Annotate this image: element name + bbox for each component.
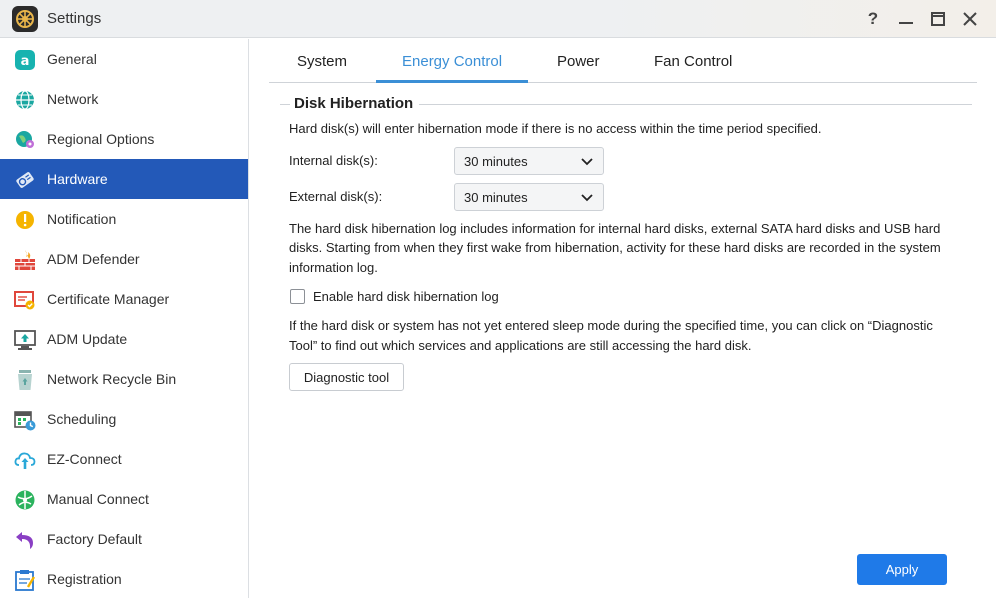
external-disk-value: 30 minutes	[464, 190, 528, 205]
sidebar-item-notification[interactable]: Notification	[0, 199, 248, 239]
sidebar-item-label: ADM Update	[47, 331, 128, 347]
hibernation-intro-text: Hard disk(s) will enter hibernation mode…	[289, 121, 822, 136]
active-tab-indicator	[376, 80, 528, 83]
diagnostic-tool-button[interactable]: Diagnostic tool	[289, 363, 404, 391]
cloud-upload-icon	[14, 449, 36, 471]
sidebar-item-network[interactable]: Network	[0, 79, 248, 119]
sidebar-item-label: Hardware	[47, 171, 108, 187]
tab-bar: System Energy Control Power Fan Control	[269, 39, 977, 83]
log-info-line-1: The hard disk hibernation log includes i…	[289, 221, 941, 236]
minimize-icon[interactable]	[895, 8, 917, 30]
sidebar-item-label: Notification	[47, 211, 117, 227]
sidebar: a General Network Regional Options Hardw…	[0, 39, 249, 598]
hardware-disk-icon	[14, 169, 36, 191]
sidebar-item-label: Registration	[47, 571, 122, 587]
clipboard-icon	[14, 569, 36, 591]
sidebar-item-adm-defender[interactable]: ADM Defender	[0, 239, 248, 279]
sidebar-item-registration[interactable]: Registration	[0, 559, 248, 598]
sidebar-item-label: ADM Defender	[47, 251, 140, 267]
hibernation-log-checkbox-label[interactable]: Enable hard disk hibernation log	[313, 289, 499, 304]
sidebar-item-label: Manual Connect	[47, 491, 149, 507]
maximize-icon[interactable]	[927, 8, 949, 30]
hibernation-log-checkbox[interactable]	[290, 289, 305, 304]
tab-energy-control[interactable]: Energy Control	[402, 53, 502, 70]
tab-power[interactable]: Power	[557, 53, 600, 70]
globe-icon	[14, 89, 36, 111]
section-divider	[280, 104, 290, 105]
tab-system[interactable]: System	[297, 53, 347, 70]
sidebar-item-regional-options[interactable]: Regional Options	[0, 119, 248, 159]
sidebar-item-hardware[interactable]: Hardware	[0, 159, 248, 199]
sidebar-item-label: Network Recycle Bin	[47, 371, 177, 387]
certificate-icon	[14, 289, 36, 311]
chevron-down-icon	[581, 194, 593, 202]
sidebar-item-certificate-manager[interactable]: Certificate Manager	[0, 279, 248, 319]
sidebar-item-adm-update[interactable]: ADM Update	[0, 319, 248, 359]
tab-fan-control[interactable]: Fan Control	[654, 53, 732, 70]
internal-disk-select[interactable]: 30 minutes	[454, 147, 604, 175]
section-title: Disk Hibernation	[294, 95, 420, 112]
regional-globe-icon	[14, 129, 36, 151]
log-info-line-2: disks. Starting from when they first wak…	[289, 240, 941, 255]
close-icon[interactable]	[959, 8, 981, 30]
general-icon: a	[14, 49, 36, 71]
section-divider	[415, 104, 972, 105]
firewall-icon	[14, 249, 36, 271]
diag-info-line-1: If the hard disk or system has not yet e…	[289, 318, 933, 333]
sidebar-item-label: EZ-Connect	[47, 451, 122, 467]
undo-arrow-icon	[14, 529, 36, 551]
settings-gear-icon	[12, 6, 38, 32]
sidebar-item-ez-connect[interactable]: EZ-Connect	[0, 439, 248, 479]
main-panel: System Energy Control Power Fan Control …	[250, 39, 996, 598]
sidebar-item-label: Certificate Manager	[47, 291, 170, 307]
sidebar-item-factory-default[interactable]: Factory Default	[0, 519, 248, 559]
diag-info-line-2: Tool” to find out which services and app…	[289, 338, 752, 353]
update-icon	[14, 329, 36, 351]
internal-disk-label: Internal disk(s):	[289, 153, 378, 168]
recycle-bin-icon	[14, 369, 36, 391]
log-info-line-3: information log.	[289, 260, 378, 275]
sidebar-item-label: General	[47, 51, 97, 67]
svg-text:a: a	[21, 54, 30, 69]
external-disk-label: External disk(s):	[289, 189, 383, 204]
sidebar-item-label: Factory Default	[47, 531, 142, 547]
sidebar-item-label: Network	[47, 91, 99, 107]
sidebar-item-general[interactable]: a General	[0, 39, 248, 79]
sidebar-item-network-recycle-bin[interactable]: Network Recycle Bin	[0, 359, 248, 399]
external-disk-select[interactable]: 30 minutes	[454, 183, 604, 211]
sidebar-item-manual-connect[interactable]: Manual Connect	[0, 479, 248, 519]
alert-icon	[14, 209, 36, 231]
connect-globe-icon	[14, 489, 36, 511]
calendar-clock-icon	[14, 409, 36, 431]
title-bar: Settings ?	[0, 0, 996, 38]
sidebar-item-label: Scheduling	[47, 411, 117, 427]
help-icon[interactable]: ?	[862, 8, 884, 30]
internal-disk-value: 30 minutes	[464, 154, 528, 169]
window-title: Settings	[47, 10, 102, 27]
apply-button[interactable]: Apply	[857, 554, 947, 585]
sidebar-item-label: Regional Options	[47, 131, 155, 147]
chevron-down-icon	[581, 158, 593, 166]
sidebar-item-scheduling[interactable]: Scheduling	[0, 399, 248, 439]
